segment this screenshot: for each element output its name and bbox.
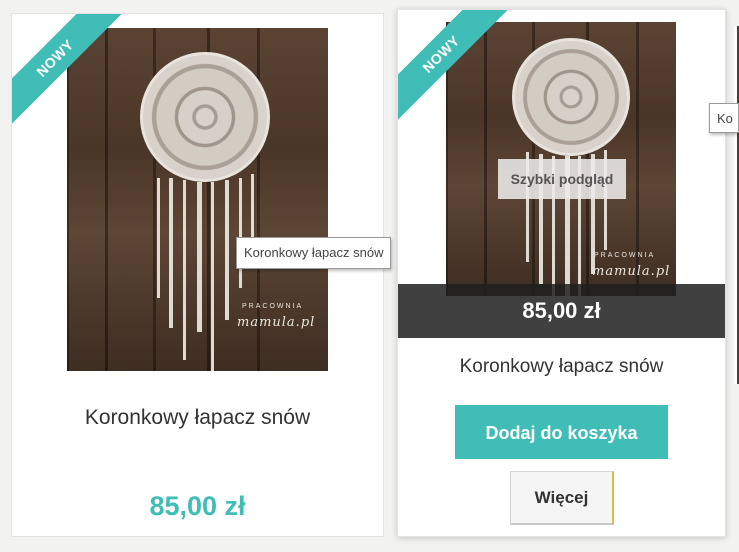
product-name[interactable]: Koronkowy łapacz snów: [12, 406, 383, 430]
dreamcatcher-hoop: [140, 52, 270, 182]
quick-view-button[interactable]: Szybki podgląd: [498, 159, 626, 199]
ribbon: [183, 180, 186, 360]
price-bar: 85,00 zł: [398, 284, 725, 338]
new-badge: NOWY: [12, 14, 142, 144]
more-button[interactable]: Więcej: [510, 471, 614, 525]
watermark: mamula.pl: [237, 315, 316, 330]
product-card[interactable]: PRACOWNIA mamula.pl NOWY Koronkowy łapac…: [11, 13, 384, 537]
watermark: mamula.pl: [592, 264, 671, 279]
ribbon: [239, 178, 242, 288]
new-badge-label: NOWY: [12, 14, 127, 130]
ribbon: [197, 182, 202, 332]
product-name[interactable]: Koronkowy łapacz snów: [398, 356, 725, 378]
new-badge: NOWY: [398, 10, 528, 140]
watermark-small: PRACOWNIA: [594, 252, 656, 259]
product-name-tooltip: Koronkowy łapacz snów: [236, 237, 391, 269]
partial-tooltip: Ko: [709, 103, 739, 133]
product-card-hovered[interactable]: PRACOWNIA mamula.pl Szybki podgląd 85,00…: [397, 9, 726, 537]
ribbon: [225, 180, 229, 320]
watermark-small: PRACOWNIA: [242, 303, 304, 310]
new-badge-label: NOWY: [398, 10, 513, 126]
ribbon: [211, 182, 214, 371]
product-card-partial[interactable]: [734, 26, 739, 384]
dreamcatcher-hoop: [512, 38, 630, 156]
ribbon: [157, 178, 160, 298]
ribbon: [169, 178, 173, 328]
product-price: 85,00 zł: [149, 491, 246, 521]
add-to-cart-button[interactable]: Dodaj do koszyka: [455, 405, 668, 459]
